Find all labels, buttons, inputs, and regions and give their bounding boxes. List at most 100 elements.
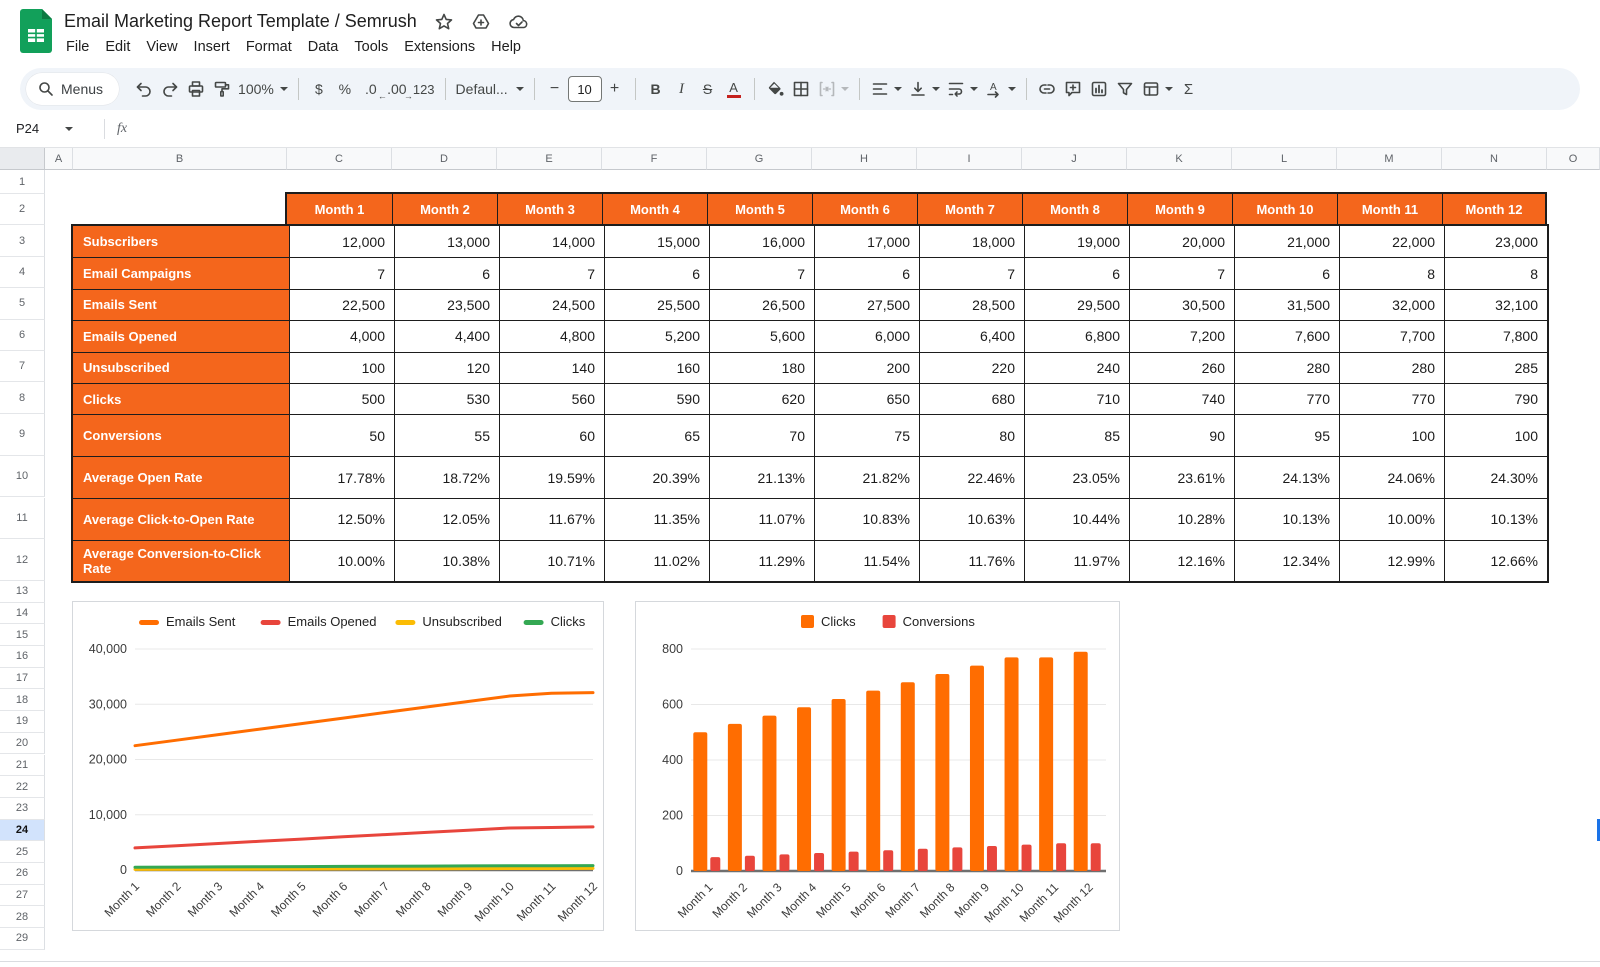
row-header-26[interactable]: 26: [0, 863, 45, 885]
row-header-10[interactable]: 10: [0, 456, 45, 498]
table-cell[interactable]: 6: [814, 257, 919, 288]
menu-help[interactable]: Help: [483, 36, 529, 58]
table-month-header[interactable]: Month 1: [287, 194, 392, 224]
row-header-5[interactable]: 5: [0, 288, 45, 319]
table-cell[interactable]: 4,800: [499, 320, 604, 351]
table-cell[interactable]: 7: [289, 257, 394, 288]
table-cell[interactable]: 80: [919, 414, 1024, 456]
table-cell[interactable]: 740: [1129, 383, 1234, 414]
table-row-label[interactable]: Subscribers: [73, 226, 289, 257]
table-cell[interactable]: 23,500: [394, 289, 499, 320]
merge-cells-button[interactable]: [814, 75, 852, 103]
table-month-header[interactable]: Month 12: [1442, 194, 1545, 224]
table-cell[interactable]: 7: [919, 257, 1024, 288]
table-cell[interactable]: 7,200: [1129, 320, 1234, 351]
column-header-E[interactable]: E: [497, 148, 602, 170]
table-cell[interactable]: 65: [604, 414, 709, 456]
table-cell[interactable]: 24.13%: [1234, 456, 1339, 498]
table-cell[interactable]: 13,000: [394, 226, 499, 257]
table-cell[interactable]: 60: [499, 414, 604, 456]
table-cell[interactable]: 20.39%: [604, 456, 709, 498]
table-cell[interactable]: 11.35%: [604, 498, 709, 540]
table-month-header[interactable]: Month 3: [497, 194, 602, 224]
table-cell[interactable]: 7: [499, 257, 604, 288]
row-header-13[interactable]: 13: [0, 581, 45, 603]
column-header-D[interactable]: D: [392, 148, 497, 170]
select-all-button[interactable]: [0, 148, 45, 170]
row-header-14[interactable]: 14: [0, 603, 45, 625]
search-menus-button[interactable]: Menus: [26, 73, 119, 105]
google-sheets-logo-icon[interactable]: [20, 9, 52, 53]
redo-button[interactable]: [157, 75, 183, 103]
row-header-6[interactable]: 6: [0, 320, 45, 351]
italic-button[interactable]: I: [669, 75, 695, 103]
table-cell[interactable]: 280: [1234, 352, 1339, 383]
column-header-I[interactable]: I: [917, 148, 1022, 170]
table-cell[interactable]: 21.13%: [709, 456, 814, 498]
table-cell[interactable]: 7: [1129, 257, 1234, 288]
table-cell[interactable]: 4,000: [289, 320, 394, 351]
table-cell[interactable]: 17,000: [814, 226, 919, 257]
table-cell[interactable]: 22.46%: [919, 456, 1024, 498]
row-header-1[interactable]: 1: [0, 170, 45, 194]
column-header-M[interactable]: M: [1337, 148, 1442, 170]
table-cell[interactable]: 285: [1444, 352, 1547, 383]
decrease-decimal-button[interactable]: .0 ←: [358, 75, 384, 103]
table-cell[interactable]: 6: [604, 257, 709, 288]
menu-tools[interactable]: Tools: [346, 36, 396, 58]
table-cell[interactable]: 5,600: [709, 320, 814, 351]
font-family-select[interactable]: Defaul...: [453, 75, 527, 103]
row-header-4[interactable]: 4: [0, 257, 45, 288]
format-percent-button[interactable]: %: [332, 75, 358, 103]
table-button[interactable]: [1138, 75, 1176, 103]
table-row-label[interactable]: Emails Sent: [73, 289, 289, 320]
row-header-17[interactable]: 17: [0, 668, 45, 690]
table-cell[interactable]: 530: [394, 383, 499, 414]
paint-format-button[interactable]: [209, 75, 235, 103]
table-cell[interactable]: 12.34%: [1234, 540, 1339, 582]
table-cell[interactable]: 22,500: [289, 289, 394, 320]
menu-data[interactable]: Data: [300, 36, 347, 58]
table-month-header[interactable]: Month 6: [812, 194, 917, 224]
column-header-A[interactable]: A: [45, 148, 73, 170]
insert-chart-button[interactable]: [1086, 75, 1112, 103]
table-cell[interactable]: 21,000: [1234, 226, 1339, 257]
zoom-select[interactable]: 100%: [235, 75, 291, 103]
table-cell[interactable]: 8: [1444, 257, 1547, 288]
line-chart[interactable]: Emails SentEmails OpenedUnsubscribedClic…: [72, 601, 604, 931]
more-formats-button[interactable]: 123: [410, 75, 438, 103]
table-month-header[interactable]: Month 4: [602, 194, 707, 224]
table-cell[interactable]: 7,600: [1234, 320, 1339, 351]
table-cell[interactable]: 160: [604, 352, 709, 383]
column-header-F[interactable]: F: [602, 148, 707, 170]
row-header-18[interactable]: 18: [0, 689, 45, 711]
document-title[interactable]: Email Marketing Report Template / Semrus…: [64, 11, 417, 32]
row-header-25[interactable]: 25: [0, 841, 45, 863]
table-cell[interactable]: 120: [394, 352, 499, 383]
row-header-12[interactable]: 12: [0, 539, 45, 581]
row-header-29[interactable]: 29: [0, 928, 45, 950]
row-header-24[interactable]: 24: [0, 820, 45, 842]
table-cell[interactable]: 18.72%: [394, 456, 499, 498]
table-cell[interactable]: 21.82%: [814, 456, 919, 498]
table-cell[interactable]: 24,500: [499, 289, 604, 320]
name-box[interactable]: P24: [0, 121, 100, 136]
format-currency-button[interactable]: $: [306, 75, 332, 103]
column-header-L[interactable]: L: [1232, 148, 1337, 170]
row-header-27[interactable]: 27: [0, 885, 45, 907]
table-month-header[interactable]: Month 10: [1232, 194, 1337, 224]
table-cell[interactable]: 710: [1024, 383, 1129, 414]
table-cell[interactable]: 23.05%: [1024, 456, 1129, 498]
table-cell[interactable]: 240: [1024, 352, 1129, 383]
column-header-H[interactable]: H: [812, 148, 917, 170]
table-cell[interactable]: 11.29%: [709, 540, 814, 582]
table-row-label[interactable]: Email Campaigns: [73, 257, 289, 288]
column-header-C[interactable]: C: [287, 148, 392, 170]
table-cell[interactable]: 10.00%: [1339, 498, 1444, 540]
table-cell[interactable]: 10.63%: [919, 498, 1024, 540]
column-header-O[interactable]: O: [1547, 148, 1600, 170]
table-cell[interactable]: 29,500: [1024, 289, 1129, 320]
table-cell[interactable]: 100: [1339, 414, 1444, 456]
row-header-19[interactable]: 19: [0, 711, 45, 733]
row-header-22[interactable]: 22: [0, 776, 45, 798]
